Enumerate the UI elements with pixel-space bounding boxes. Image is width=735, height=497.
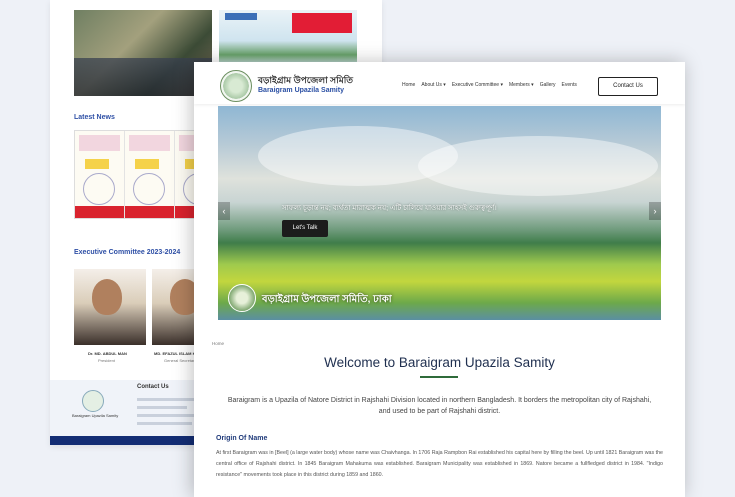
latest-news-heading: Latest News: [74, 114, 115, 121]
event-banner: [219, 10, 357, 66]
lets-talk-button[interactable]: Let's Talk: [282, 220, 328, 237]
contact-title: Contact Us: [137, 384, 169, 390]
desktop-preview-card: বড়াইগ্রাম উপজেলা সমিতি Baraigram Upazil…: [194, 62, 685, 497]
member-role: President: [98, 358, 115, 363]
nav-about[interactable]: About Us ▾: [421, 82, 445, 88]
nav-events[interactable]: Events: [562, 82, 577, 88]
breadcrumb[interactable]: Home: [212, 341, 224, 346]
nav-executive-committee[interactable]: Executive Committee ▾: [452, 82, 503, 88]
title-underline: [420, 376, 458, 378]
slider-prev-icon[interactable]: ‹: [218, 202, 230, 220]
samity-logo-icon[interactable]: [220, 70, 252, 102]
nav-gallery[interactable]: Gallery: [540, 82, 556, 88]
contact-us-button[interactable]: Contact Us: [598, 77, 658, 96]
hero-slogan: সাফল্য চূড়ান্ত নয়; ব্যর্থতা মারাত্মক ন…: [282, 205, 497, 212]
committee-heading: Executive Committee 2023-2024: [74, 249, 181, 256]
nav-members[interactable]: Members ▾: [509, 82, 534, 88]
intro-text: Baraigram is a Upazila of Natore Distric…: [227, 397, 652, 415]
hero-slider: সাফল্য চূড়ান্ত নয়; ব্যর্থতা মারাত্মক ন…: [218, 106, 661, 320]
samity-seal-icon: [228, 284, 256, 312]
brand-name-bangla[interactable]: বড়াইগ্রাম উপজেলা সমিতি: [258, 73, 353, 88]
origin-heading: Origin Of Name: [216, 435, 268, 442]
brand-name-english[interactable]: Baraigram Upazila Samity: [258, 87, 344, 94]
page-title: Welcome to Baraigram Upazila Samity: [324, 355, 555, 370]
news-card[interactable]: [75, 131, 125, 218]
origin-text: At first Baraigram was in [Beel] (a larg…: [216, 450, 663, 478]
news-card[interactable]: [125, 131, 175, 218]
samity-logo-icon: [82, 390, 104, 412]
member-photo[interactable]: [74, 269, 146, 345]
hero-seal-text: বড়াইগ্রাম উপজেলা সমিতি, ঢাকা: [262, 294, 392, 305]
main-nav: Home About Us ▾ Executive Committee ▾ Me…: [402, 82, 577, 88]
nav-home[interactable]: Home: [402, 82, 415, 88]
group-photo: [74, 10, 212, 96]
member-name: Dr. MD. ABDUL MAN: [88, 351, 127, 356]
site-header: বড়াইগ্রাম উপজেলা সমিতি Baraigram Upazil…: [194, 62, 685, 104]
member-role: General Secretary: [164, 358, 197, 363]
contact-org: Baraigram Upazila Samity: [72, 413, 119, 418]
member-name: MD. EFAZUL ISLAM K.: [154, 351, 197, 356]
slider-next-icon[interactable]: ›: [649, 202, 661, 220]
